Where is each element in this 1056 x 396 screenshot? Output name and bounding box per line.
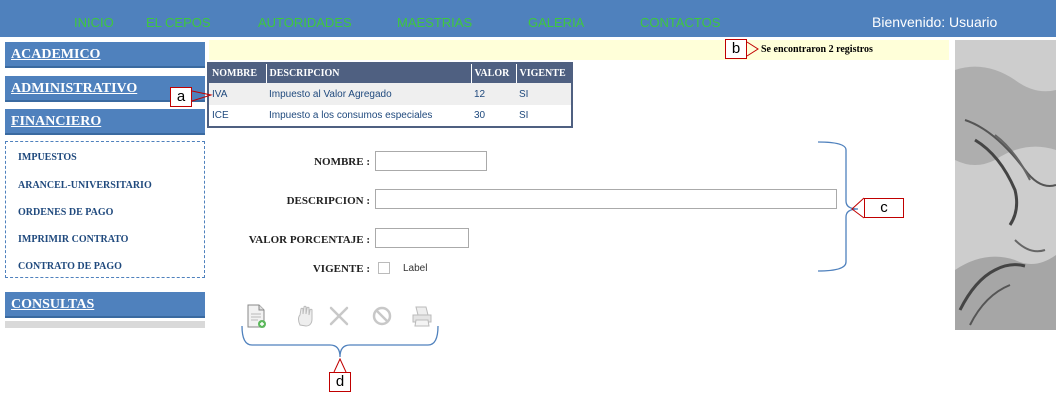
sidebar-section-consultas[interactable]: CONSULTAS [5, 292, 205, 318]
cell-nombre: ICE [212, 110, 229, 121]
nombre-label: NOMBRE : [314, 156, 370, 168]
column-header-nombre[interactable]: NOMBRE [208, 63, 267, 83]
sidebar-item-ordenes-de-pago[interactable]: ORDENES DE PAGO [18, 207, 113, 218]
callout-c: c [864, 198, 904, 218]
checkbox-label: Label [403, 263, 428, 274]
delete-x-icon[interactable] [327, 303, 351, 329]
column-header-descripcion[interactable]: DESCRIPCION [266, 63, 472, 83]
pointer-d [333, 357, 347, 373]
sidebar-footer [5, 321, 205, 328]
cancel-icon[interactable] [370, 303, 394, 329]
print-icon[interactable] [410, 303, 434, 329]
column-header-vigente[interactable]: VIGENTE [516, 63, 572, 83]
cell-descripcion: Impuesto a los consumos especiales [269, 110, 433, 121]
cell-vigente: SI [519, 110, 529, 121]
column-header-valor[interactable]: VALOR [471, 63, 517, 83]
vigente-checkbox[interactable] [378, 262, 390, 274]
callout-d: d [329, 372, 351, 392]
top-navigation-bar: INICIO EL CEPOS AUTORIDADES MAESTRIAS GA… [0, 0, 1056, 37]
cell-descripcion: Impuesto al Valor Agregado [266, 83, 471, 105]
cell-vigente: SI [516, 83, 572, 105]
descripcion-label: DESCRIPCION : [286, 195, 370, 207]
callout-a: a [170, 87, 192, 107]
nav-link-el-cepos[interactable]: EL CEPOS [146, 15, 211, 30]
pointer-c [851, 197, 865, 219]
valor-porcentaje-input[interactable] [375, 228, 469, 248]
nombre-input[interactable] [375, 151, 487, 171]
new-document-icon[interactable] [244, 303, 268, 329]
cell-valor: 30 [474, 110, 486, 121]
sidebar-section-academico[interactable]: ACADEMICO [5, 42, 205, 68]
cell-valor: 12 [471, 83, 516, 105]
sidebar-item-impuestos[interactable]: IMPUESTOS [18, 152, 77, 163]
records-found-message: Se encontraron 2 registros [761, 44, 873, 55]
callout-b: b [725, 39, 747, 59]
nav-link-contactos[interactable]: CONTACTOS [640, 15, 720, 30]
financiero-submenu: IMPUESTOS ARANCEL-UNIVERSITARIO ORDENES … [5, 141, 205, 278]
nav-link-maestrias[interactable]: MAESTRIAS [397, 15, 472, 30]
nav-link-galeria[interactable]: GALERIA [528, 15, 584, 30]
nav-link-autoridades[interactable]: AUTORIDADES [258, 15, 352, 30]
edit-hand-icon[interactable] [294, 303, 318, 329]
grid-header-row: NOMBRE DESCRIPCION VALOR VIGENTE [208, 63, 572, 83]
table-row[interactable]: IVA Impuesto al Valor Agregado 12 SI [208, 83, 572, 105]
nav-link-inicio[interactable]: INICIO [74, 15, 114, 30]
sidebar-item-imprimir-contrato[interactable]: IMPRIMIR CONTRATO [18, 234, 128, 245]
descripcion-input[interactable] [375, 189, 837, 209]
sidebar-item-arancel-universitario[interactable]: ARANCEL-UNIVERSITARIO [18, 180, 152, 191]
vigente-label: VIGENTE : [312, 263, 370, 275]
sidebar-item-contrato-de-pago[interactable]: CONTRATO DE PAGO [18, 261, 122, 272]
cell-nombre: IVA [208, 83, 266, 105]
hands-artwork-image [955, 40, 1056, 330]
bracket-d [241, 325, 439, 358]
welcome-text: Bienvenido: Usuario [872, 14, 998, 30]
sidebar-section-financiero[interactable]: FINANCIERO [5, 109, 205, 135]
valor-porcentaje-label: VALOR PORCENTAJE : [248, 234, 370, 246]
taxes-grid: NOMBRE DESCRIPCION VALOR VIGENTE IVA Imp… [207, 62, 573, 128]
table-row[interactable]: ICE Impuesto a los consumos especiales 3… [208, 105, 572, 127]
